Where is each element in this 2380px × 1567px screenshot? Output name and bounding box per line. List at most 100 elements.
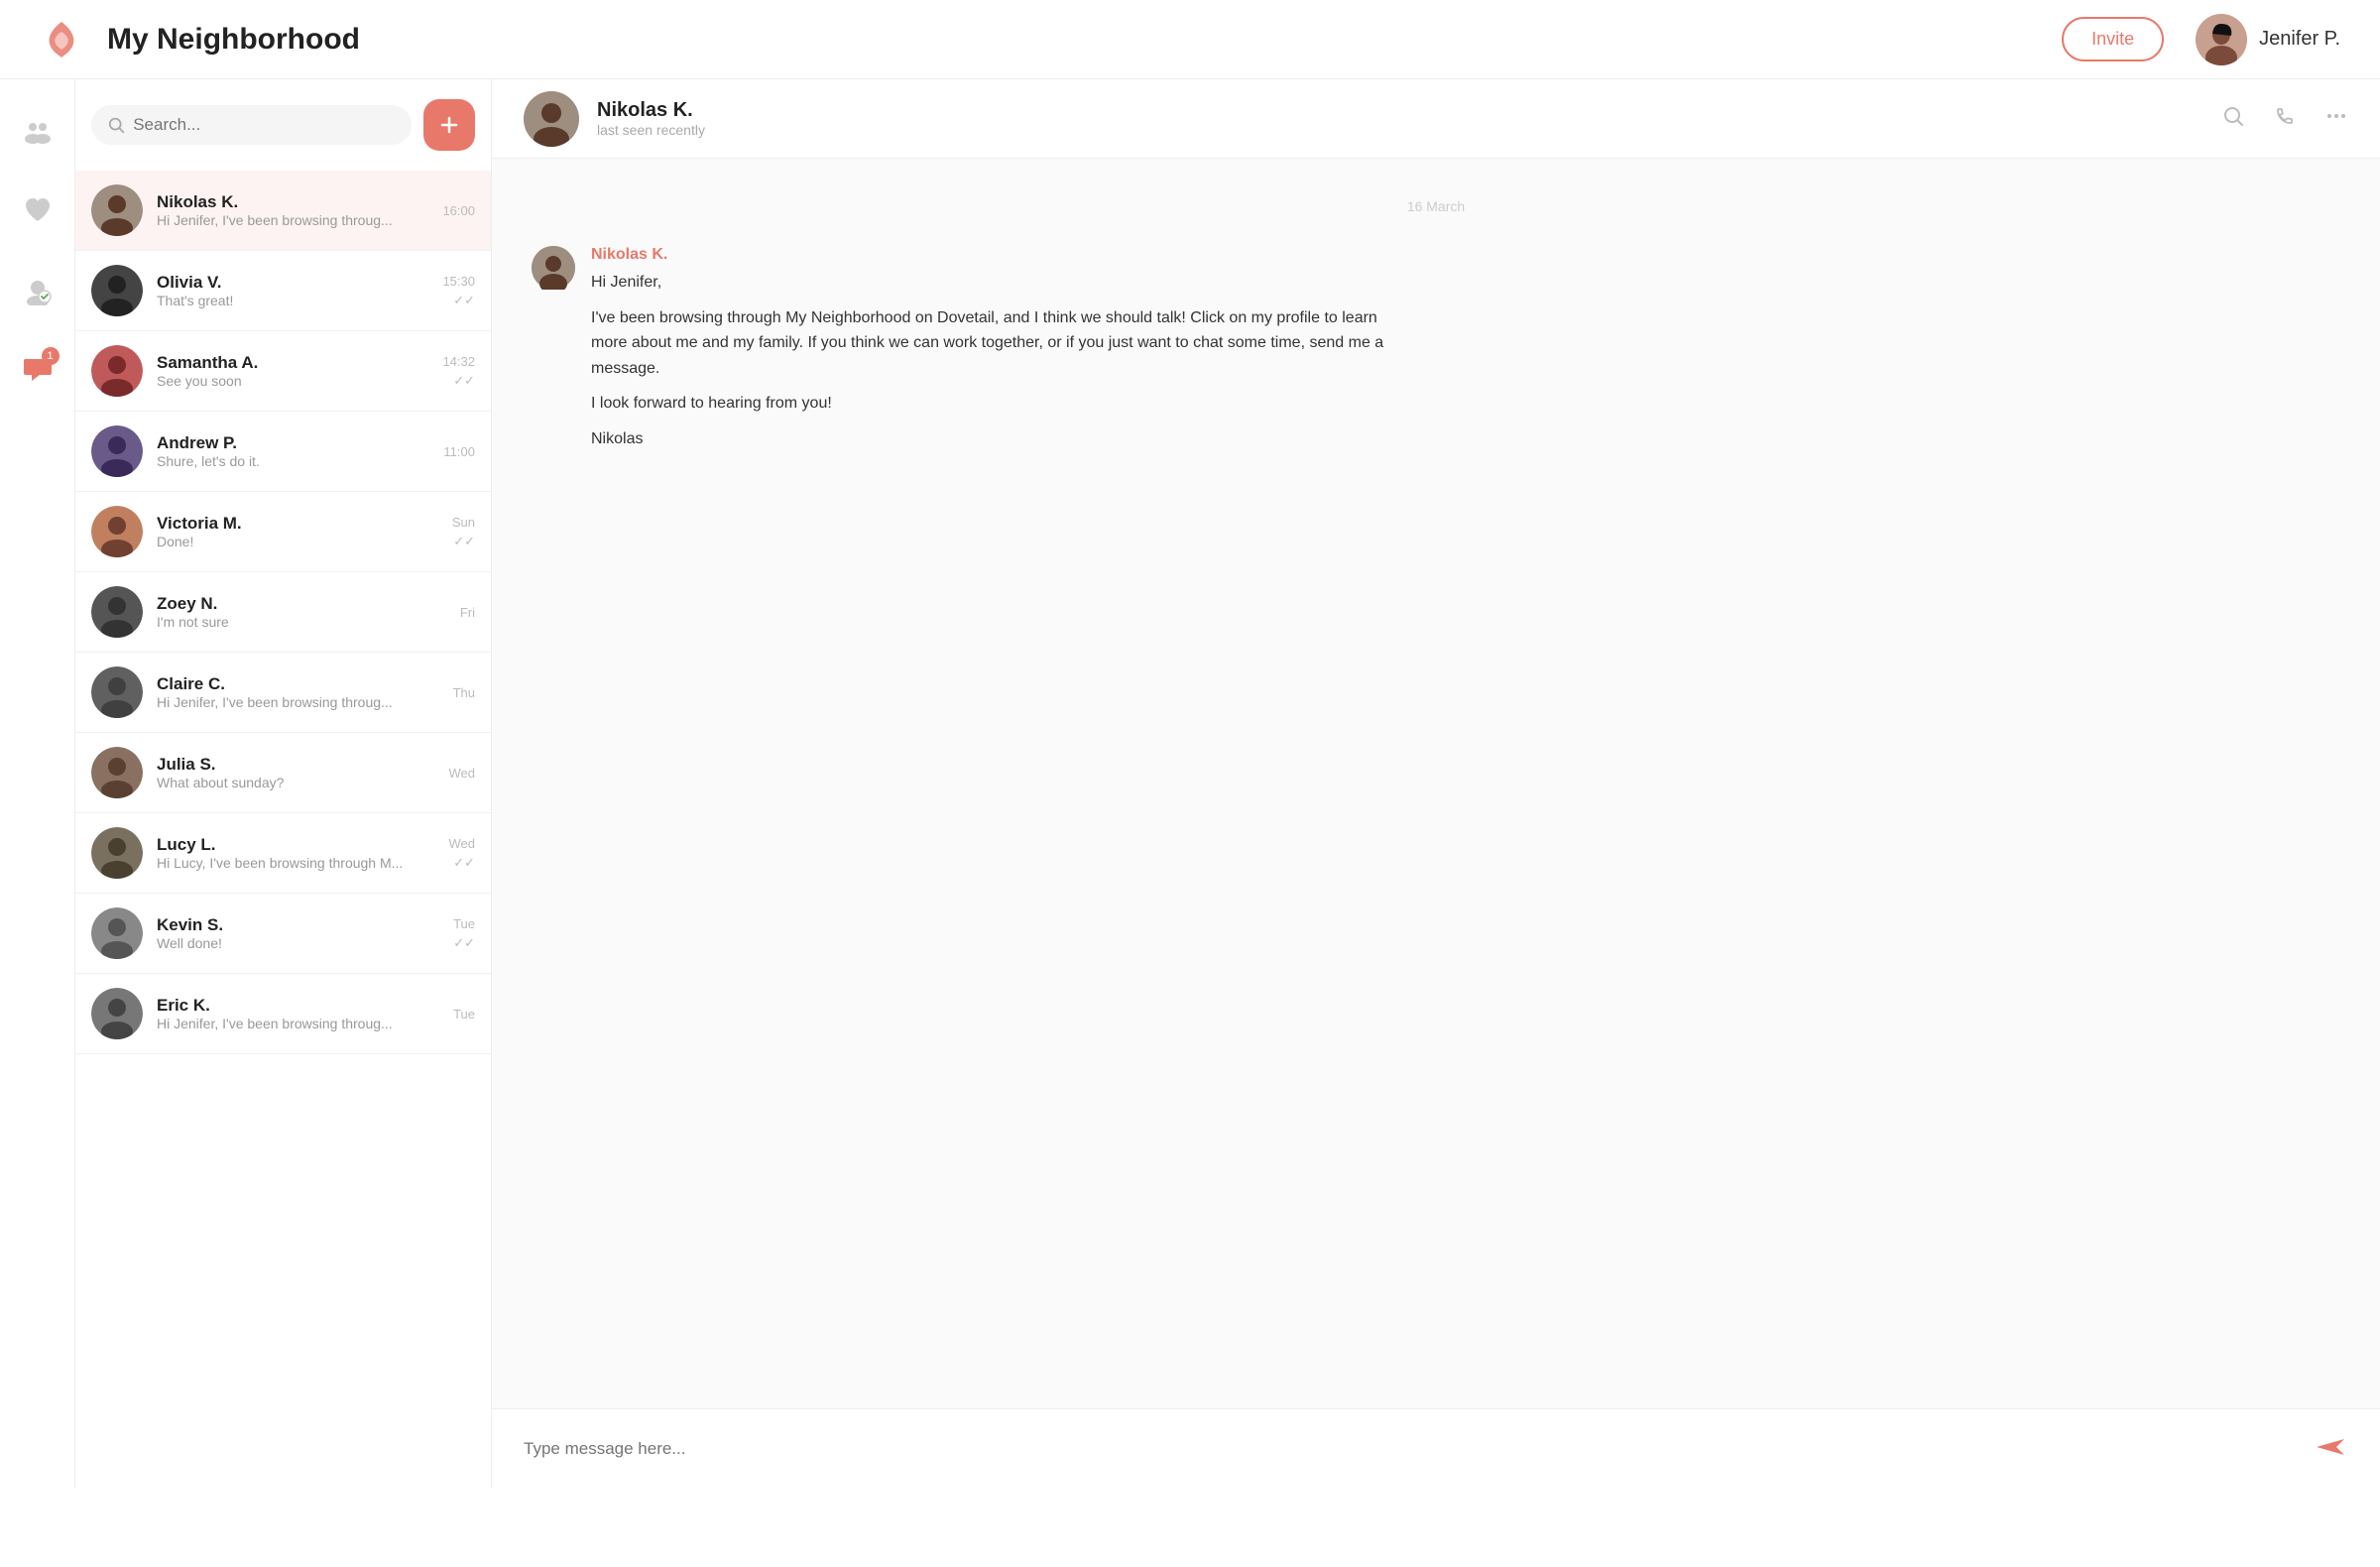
contact-item[interactable]: Kevin S. Well done! Tue ✓✓ (75, 894, 491, 974)
contact-info: Lucy L. Hi Lucy, I've been browsing thro… (157, 835, 435, 871)
read-tick-icon: ✓✓ (453, 293, 475, 308)
chat-input[interactable] (524, 1439, 2297, 1459)
chat-input-area (492, 1408, 2380, 1488)
app-logo (40, 18, 83, 61)
contact-avatar (91, 988, 143, 1039)
contact-time: Sun (452, 515, 475, 530)
contact-info: Kevin S. Well done! (157, 915, 439, 951)
contact-avatar (91, 265, 143, 316)
contact-item[interactable]: Lucy L. Hi Lucy, I've been browsing thro… (75, 813, 491, 894)
contacts-list: Nikolas K. Hi Jenifer, I've been browsin… (75, 171, 491, 1488)
contact-preview: Hi Jenifer, I've been browsing throug... (157, 1016, 439, 1031)
chat-contact-status: last seen recently (597, 122, 2203, 138)
contact-avatar (91, 666, 143, 718)
contact-avatar (91, 184, 143, 236)
contact-meta: Tue (453, 1007, 475, 1022)
contact-info: Nikolas K. Hi Jenifer, I've been browsin… (157, 192, 428, 228)
contact-name: Eric K. (157, 996, 439, 1016)
contact-info: Claire C. Hi Jenifer, I've been browsing… (157, 674, 439, 710)
contact-name: Julia S. (157, 755, 435, 775)
contact-time: 16:00 (442, 203, 475, 218)
chat-call-icon[interactable] (2273, 104, 2297, 133)
message-body-1: I've been browsing through My Neighborho… (591, 305, 1384, 382)
contact-name: Olivia V. (157, 273, 428, 293)
contact-avatar (91, 506, 143, 557)
sidebar-item-messages[interactable]: 1 (16, 347, 60, 391)
contact-meta: Thu (453, 685, 475, 700)
contact-preview: That's great! (157, 293, 428, 308)
contact-info: Olivia V. That's great! (157, 273, 428, 308)
contact-item[interactable]: Victoria M. Done! Sun ✓✓ (75, 492, 491, 572)
contact-preview: Well done! (157, 935, 439, 951)
contact-info: Andrew P. Shure, let's do it. (157, 433, 429, 469)
read-tick-icon: ✓✓ (453, 534, 475, 549)
topbar: My Neighborhood Invite Jenifer P. (0, 0, 2380, 79)
contact-preview: Shure, let's do it. (157, 453, 429, 469)
contact-meta: Wed ✓✓ (449, 836, 476, 871)
contact-item[interactable]: Olivia V. That's great! 15:30 ✓✓ (75, 251, 491, 331)
message-content: Nikolas K. Hi Jenifer, I've been browsin… (591, 246, 1384, 452)
contact-item[interactable]: Eric K. Hi Jenifer, I've been browsing t… (75, 974, 491, 1054)
chat-more-icon[interactable] (2324, 104, 2348, 133)
chat-contact-name: Nikolas K. (597, 99, 2203, 122)
contact-name: Zoey N. (157, 594, 446, 614)
contact-meta: Tue ✓✓ (453, 916, 475, 951)
contact-item[interactable]: Zoey N. I'm not sure Fri (75, 572, 491, 653)
contact-time: 11:00 (443, 444, 475, 459)
contact-avatar (91, 827, 143, 879)
chat-messages: 16 March Nikolas K. Hi Jenifer, I've bee… (492, 159, 2380, 1408)
chat-search-icon[interactable] (2221, 104, 2245, 133)
read-tick-icon: ✓✓ (453, 935, 475, 951)
contact-time: 14:32 (442, 354, 475, 369)
messages-badge: 1 (42, 347, 60, 365)
contact-item[interactable]: Nikolas K. Hi Jenifer, I've been browsin… (75, 171, 491, 251)
add-button[interactable] (423, 99, 475, 151)
contacts-search-bar (75, 79, 491, 171)
message-greeting: Hi Jenifer, (591, 270, 1384, 296)
contact-preview: Hi Lucy, I've been browsing through M... (157, 855, 435, 871)
chat-header-avatar (524, 91, 579, 147)
invite-button[interactable]: Invite (2062, 17, 2164, 61)
contact-meta: 16:00 (442, 203, 475, 218)
sidebar-item-verified[interactable] (16, 268, 60, 311)
chat-header: Nikolas K. last seen recently (492, 79, 2380, 159)
message-avatar (532, 246, 575, 290)
contact-name: Victoria M. (157, 514, 438, 534)
search-input-wrap[interactable] (91, 105, 412, 145)
contact-time: Tue (453, 1007, 475, 1022)
contact-item[interactable]: Claire C. Hi Jenifer, I've been browsing… (75, 653, 491, 733)
chat-send-button[interactable] (2313, 1429, 2348, 1468)
contact-name: Nikolas K. (157, 192, 428, 212)
contact-avatar (91, 345, 143, 397)
chat-header-info: Nikolas K. last seen recently (597, 99, 2203, 138)
user-name: Jenifer P. (2259, 28, 2340, 51)
sidebar-item-people[interactable] (16, 109, 60, 153)
contact-item[interactable]: Samantha A. See you soon 14:32 ✓✓ (75, 331, 491, 412)
contact-preview: Done! (157, 534, 438, 549)
contact-info: Julia S. What about sunday? (157, 755, 435, 790)
search-icon (107, 115, 125, 135)
contact-item[interactable]: Andrew P. Shure, let's do it. 11:00 (75, 412, 491, 492)
contacts-panel: Nikolas K. Hi Jenifer, I've been browsin… (75, 79, 492, 1488)
contact-meta: Sun ✓✓ (452, 515, 475, 549)
read-tick-icon: ✓✓ (453, 855, 475, 871)
message-sign: Nikolas (591, 426, 1384, 452)
contact-time: Thu (453, 685, 475, 700)
contact-preview: Hi Jenifer, I've been browsing throug... (157, 694, 439, 710)
contact-info: Samantha A. See you soon (157, 353, 428, 389)
contact-preview: I'm not sure (157, 614, 446, 630)
contact-meta: 14:32 ✓✓ (442, 354, 475, 389)
contact-avatar (91, 425, 143, 477)
read-tick-icon: ✓✓ (453, 373, 475, 389)
contact-meta: 11:00 (443, 444, 475, 459)
message-text: Hi Jenifer, I've been browsing through M… (591, 270, 1384, 452)
contact-avatar (91, 747, 143, 798)
contact-name: Samantha A. (157, 353, 428, 373)
contact-info: Eric K. Hi Jenifer, I've been browsing t… (157, 996, 439, 1031)
contact-time: Wed (449, 766, 476, 781)
contact-item[interactable]: Julia S. What about sunday? Wed (75, 733, 491, 813)
contact-time: Wed (449, 836, 476, 851)
search-input[interactable] (133, 115, 396, 135)
contact-avatar (91, 907, 143, 959)
sidebar-item-favorites[interactable] (16, 188, 60, 232)
